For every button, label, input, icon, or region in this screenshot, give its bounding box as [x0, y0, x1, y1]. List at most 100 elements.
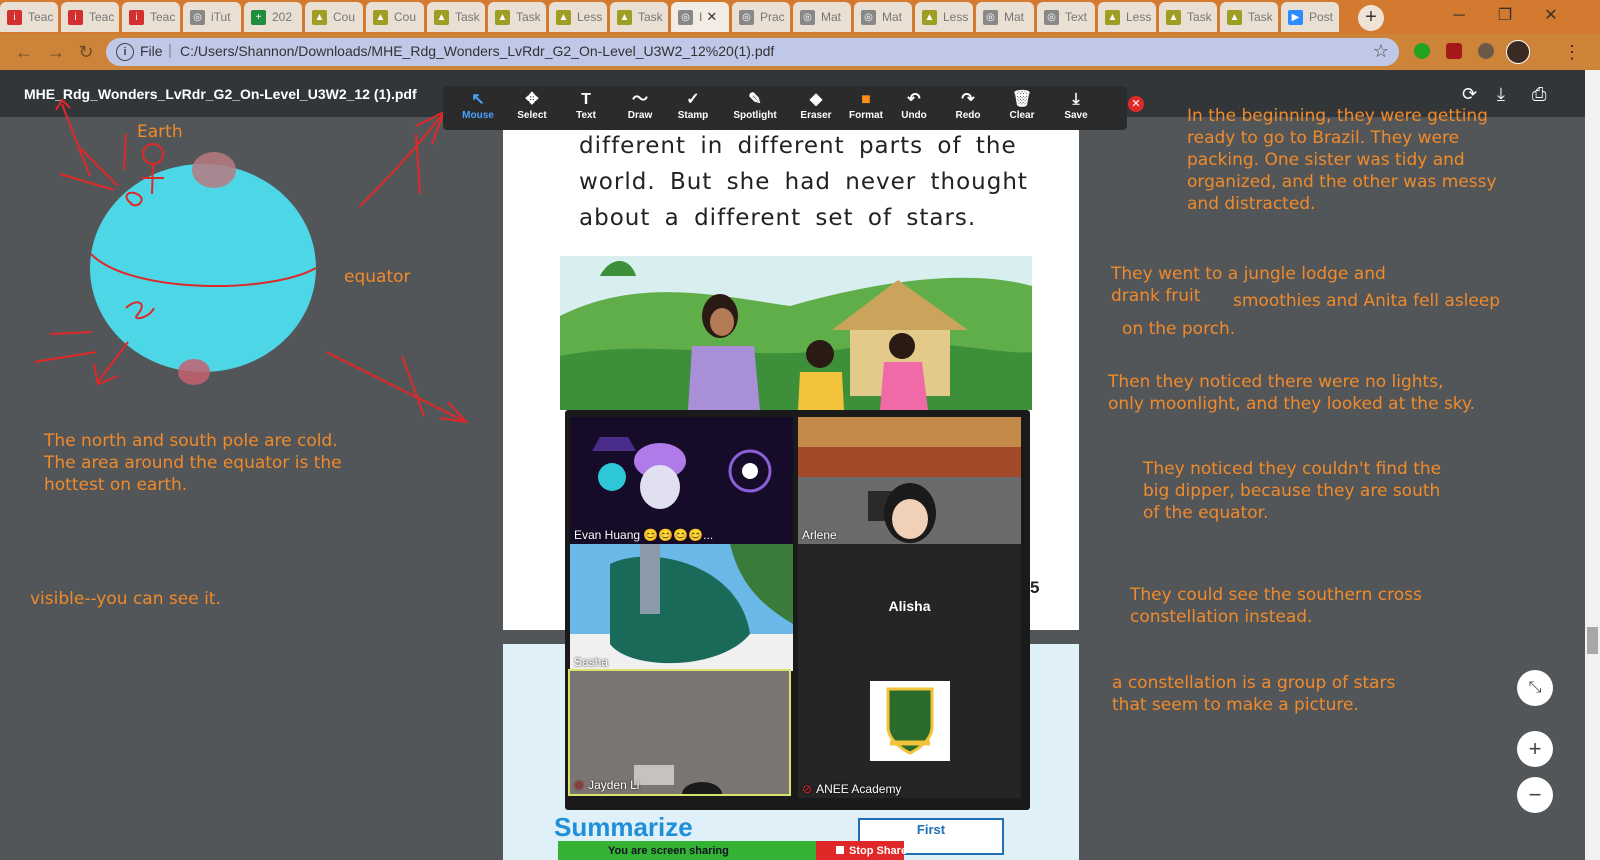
tab-label: Mat: [821, 10, 842, 24]
close-window-button[interactable]: ✕: [1528, 0, 1574, 34]
menu-icon[interactable]: ⋮: [1562, 42, 1582, 62]
video-tile[interactable]: Evan Huang 😊😊😊😊...: [570, 417, 793, 544]
zoom-in-button[interactable]: +: [1517, 731, 1553, 767]
tool-format[interactable]: ■ Format: [840, 90, 892, 121]
video-tile[interactable]: ⊘ Jayden Li: [568, 669, 791, 796]
video-tile[interactable]: ⊘ ANEE Academy: [798, 671, 1021, 798]
video-tile[interactable]: Alisha: [798, 544, 1021, 671]
note-story: smoothies and Anita fell asleep: [1233, 291, 1501, 311]
tab-label: Less: [943, 10, 969, 24]
browser-tab[interactable]: ◎ Prac: [732, 2, 790, 32]
browser-tab[interactable]: ▶ Post: [1281, 2, 1339, 32]
tab-label: iTut: [211, 10, 231, 24]
tab-label: Text: [1065, 10, 1088, 24]
spotlight-icon: ✎: [748, 91, 762, 108]
tool-undo[interactable]: ↶ Undo: [888, 90, 940, 121]
browser-tab[interactable]: ◎ iTut: [183, 2, 241, 32]
tab-label: Less: [1126, 10, 1152, 24]
ublock-icon[interactable]: [1446, 43, 1462, 59]
profile-avatar[interactable]: [1506, 40, 1530, 64]
vertical-scrollbar[interactable]: [1585, 70, 1600, 860]
restore-button[interactable]: ❐: [1482, 0, 1528, 34]
stop-icon: [836, 846, 844, 854]
video-tile[interactable]: Sasha: [570, 544, 793, 671]
browser-tab[interactable]: ◎ Mat: [976, 2, 1034, 32]
tool-mouse[interactable]: ↖ Mouse: [452, 90, 504, 121]
tool-save[interactable]: ⤓ Save: [1050, 90, 1102, 121]
browser-tab[interactable]: ▲ Task: [610, 2, 668, 32]
mouse-icon: ↖: [471, 91, 485, 108]
tool-label: Spotlight: [733, 110, 777, 121]
tool-stamp[interactable]: ✓ Stamp: [667, 90, 719, 121]
note-story: drank fruit: [1111, 286, 1201, 306]
rotate-icon[interactable]: ⟳: [1462, 84, 1477, 105]
close-annotation-icon[interactable]: ✕: [1128, 96, 1144, 112]
browser-tab[interactable]: i Teac: [61, 2, 119, 32]
tab-favicon-icon: ▲: [617, 9, 632, 25]
tool-redo[interactable]: ↷ Redo: [942, 90, 994, 121]
minimize-button[interactable]: ─: [1436, 0, 1482, 34]
forward-icon[interactable]: →: [46, 42, 66, 62]
extension-icon[interactable]: [1414, 43, 1430, 59]
browser-tab[interactable]: ◎ I ✕: [671, 2, 729, 32]
tool-clear[interactable]: 🗑 Clear: [996, 90, 1048, 121]
tab-label: Mat: [1004, 10, 1025, 24]
browser-tab[interactable]: ▲ Task: [1159, 2, 1217, 32]
extension-icon[interactable]: [1478, 43, 1494, 59]
omnibox[interactable]: i File | C:/Users/Shannon/Downloads/MHE_…: [106, 38, 1399, 66]
browser-tab[interactable]: ▲ Task: [427, 2, 485, 32]
browser-tab[interactable]: ▲ Cou: [366, 2, 424, 32]
browser-tab[interactable]: ▲ Cou: [305, 2, 363, 32]
browser-tab[interactable]: ▲ Task: [488, 2, 546, 32]
tool-label: Eraser: [800, 110, 832, 121]
note-story: a constellation is a group of stars: [1112, 673, 1396, 693]
browser-tab[interactable]: ◎ Text: [1037, 2, 1095, 32]
tool-draw[interactable]: 〜 Draw: [614, 90, 666, 121]
new-tab-button[interactable]: +: [1358, 5, 1384, 31]
note-story: big dipper, because they are south: [1143, 481, 1441, 501]
tab-label: Task: [1187, 10, 1212, 24]
participant-name: ⊘ Jayden Li: [574, 778, 639, 792]
zoom-out-button[interactable]: −: [1517, 777, 1553, 813]
stop-share-text: Stop Share: [849, 845, 908, 857]
reload-icon[interactable]: ↻: [76, 42, 96, 62]
video-feed: [570, 544, 793, 671]
tool-spotlight[interactable]: ✎ Spotlight: [729, 90, 781, 121]
note-visible: visible--you can see it.: [30, 589, 221, 609]
download-icon[interactable]: ⤓: [1497, 84, 1505, 105]
tab-label: Prac: [760, 10, 785, 24]
tab-favicon-icon: ◎: [1044, 9, 1059, 25]
tool-text[interactable]: T Text: [560, 90, 612, 121]
print-icon[interactable]: ⎙: [1532, 84, 1546, 105]
tab-favicon-icon: i: [7, 9, 22, 25]
back-icon[interactable]: ←: [14, 42, 34, 62]
globe-drawing: [33, 98, 469, 424]
clear-icon: 🗑: [1011, 91, 1033, 108]
scrollbar-thumb[interactable]: [1587, 627, 1598, 654]
note-poles: hottest on earth.: [44, 475, 188, 495]
browser-tab[interactable]: ▲ Less: [915, 2, 973, 32]
url-text[interactable]: C:/Users/Shannon/Downloads/MHE_Rdg_Wonde…: [180, 43, 774, 59]
close-tab-icon[interactable]: ✕: [706, 9, 717, 25]
video-feed: [570, 671, 789, 794]
video-tile[interactable]: Arlene: [798, 417, 1021, 544]
browser-tab[interactable]: ◎ Mat: [854, 2, 912, 32]
stop-share-label[interactable]: Stop Share: [836, 845, 907, 857]
tab-label: Mat: [882, 10, 903, 24]
browser-tab[interactable]: i Teac: [122, 2, 180, 32]
bookmark-star-icon[interactable]: ☆: [1373, 41, 1389, 62]
fit-page-button[interactable]: ⤡: [1517, 670, 1553, 706]
browser-tab[interactable]: ▲ Less: [1098, 2, 1156, 32]
browser-tab[interactable]: ▲ Task: [1220, 2, 1278, 32]
note-story: only moonlight, and they looked at the s…: [1108, 394, 1476, 414]
tool-select[interactable]: ✥ Select: [506, 90, 558, 121]
tab-favicon-icon: +: [251, 9, 266, 25]
story-line: world. But she had never thought: [579, 169, 1028, 195]
browser-tab[interactable]: +202: [244, 2, 302, 32]
browser-tab[interactable]: ◎ Mat: [793, 2, 851, 32]
browser-tab[interactable]: ▲ Less: [549, 2, 607, 32]
save-icon: ⤓: [1072, 91, 1080, 108]
info-icon[interactable]: i: [116, 43, 134, 61]
tool-eraser[interactable]: ◆ Eraser: [790, 90, 842, 121]
browser-tab[interactable]: i Teac: [0, 2, 58, 32]
